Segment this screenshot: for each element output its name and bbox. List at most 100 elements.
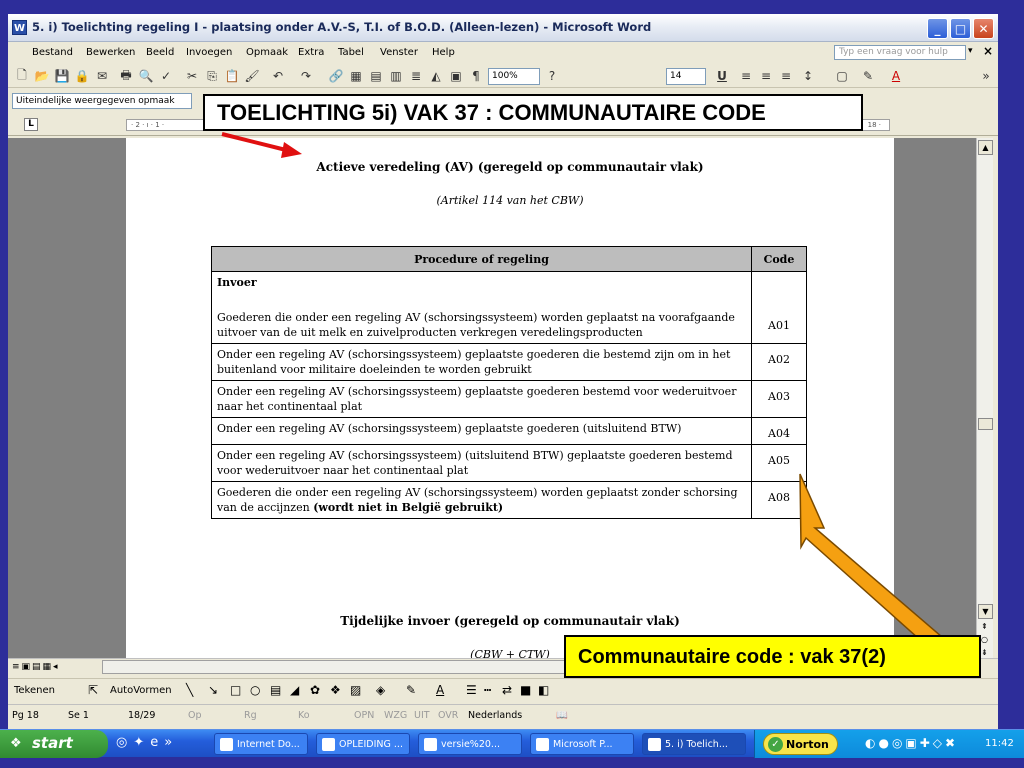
display-for-review-select[interactable]: Uiteindelijke weergegeven opmaak bbox=[12, 93, 192, 109]
align-left-icon[interactable]: ≡ bbox=[738, 68, 754, 84]
start-button[interactable]: ❖ start bbox=[0, 730, 108, 758]
columns-icon[interactable]: ≣ bbox=[408, 68, 424, 84]
taskbar-item[interactable]: Internet Do... bbox=[214, 733, 308, 755]
previous-page-icon[interactable]: ⇞ bbox=[981, 622, 988, 631]
status-rec[interactable]: OPN bbox=[354, 710, 374, 721]
document-map-icon[interactable]: ▣ bbox=[448, 68, 464, 84]
menu-beeld[interactable]: Beeld bbox=[146, 47, 174, 58]
undo-icon[interactable]: ↶ bbox=[270, 68, 286, 84]
browse-object-icon[interactable]: ○ bbox=[981, 635, 988, 644]
copy-icon[interactable]: ⎘ bbox=[204, 68, 220, 84]
save-icon[interactable]: 💾 bbox=[54, 68, 70, 84]
autoshapes-menu-button[interactable]: AutoVormen bbox=[110, 685, 172, 696]
underline-button[interactable]: U bbox=[714, 68, 730, 84]
help-icon[interactable]: ? bbox=[544, 68, 560, 84]
menu-venster[interactable]: Venster bbox=[380, 47, 418, 58]
show-hide-icon[interactable]: ¶ bbox=[468, 68, 484, 84]
tab-selector-icon[interactable]: L bbox=[24, 118, 38, 131]
menu-bewerken[interactable]: Bewerken bbox=[86, 47, 135, 58]
status-trk[interactable]: WZG bbox=[384, 710, 407, 721]
status-language[interactable]: Nederlands bbox=[468, 710, 522, 721]
view-buttons[interactable]: ≡▣▤▦◂ bbox=[12, 662, 60, 672]
textbox-icon[interactable]: ▤ bbox=[270, 683, 281, 697]
email-icon[interactable]: ✉ bbox=[94, 68, 110, 84]
highlight-icon[interactable]: ✎ bbox=[860, 68, 876, 84]
redo-icon[interactable]: ↷ bbox=[298, 68, 314, 84]
shadow-icon[interactable]: ■ bbox=[520, 683, 531, 697]
maximize-button[interactable]: □ bbox=[950, 18, 971, 39]
taskbar-item[interactable]: OPLEIDING ... bbox=[316, 733, 410, 755]
arrow-style-icon[interactable]: ⇄ bbox=[502, 683, 512, 697]
print-icon[interactable]: 🖶 bbox=[118, 68, 134, 84]
tray-icons[interactable]: ◐●◎▣✚◇✖ bbox=[865, 736, 958, 750]
line-spacing-icon[interactable]: ↕ bbox=[800, 68, 816, 84]
taskbar-item[interactable]: versie%20... bbox=[418, 733, 522, 755]
status-ovr[interactable]: OVR bbox=[438, 710, 458, 721]
dash-style-icon[interactable]: ┅ bbox=[484, 683, 491, 697]
align-center-icon[interactable]: ≡ bbox=[758, 68, 774, 84]
taskbar-item-active[interactable]: 5. i) Toelich... bbox=[642, 733, 746, 755]
ie-icon[interactable]: e bbox=[150, 735, 164, 750]
format-painter-icon[interactable]: 🖌 bbox=[244, 68, 260, 84]
wordart-icon[interactable]: ◢ bbox=[290, 683, 299, 697]
font-size-select[interactable]: 14 bbox=[666, 68, 706, 85]
ask-question-input[interactable]: Typ een vraag voor hulp bbox=[834, 45, 966, 60]
new-document-icon[interactable]: 🗋 bbox=[14, 68, 30, 84]
diagram-icon[interactable]: ✿ bbox=[310, 683, 320, 697]
rectangle-icon[interactable]: □ bbox=[230, 683, 241, 697]
permission-icon[interactable]: 🔒 bbox=[74, 68, 90, 84]
font-color-draw-icon[interactable]: A bbox=[436, 683, 444, 697]
line-color-icon[interactable]: ✎ bbox=[406, 683, 416, 697]
title-bar[interactable]: W 5. i) Toelichting regeling I - plaatsi… bbox=[8, 14, 998, 42]
hyperlink-icon[interactable]: 🔗 bbox=[328, 68, 344, 84]
arrow-icon[interactable]: ↘ bbox=[208, 683, 218, 697]
paste-icon[interactable]: 📋 bbox=[224, 68, 240, 84]
quick-launch-icon[interactable]: ◎ bbox=[116, 735, 133, 750]
quick-launch-overflow-icon[interactable]: » bbox=[164, 735, 178, 750]
fill-color-icon[interactable]: ◈ bbox=[376, 683, 385, 697]
cut-icon[interactable]: ✂ bbox=[184, 68, 200, 84]
ask-dropdown-icon[interactable]: ▾ bbox=[968, 46, 973, 56]
spelling-status-icon[interactable]: 📖 bbox=[556, 710, 568, 721]
close-document-button[interactable]: × bbox=[983, 44, 993, 58]
scroll-up-icon[interactable]: ▲ bbox=[978, 140, 993, 155]
borders-icon[interactable]: ▢ bbox=[834, 68, 850, 84]
quick-launch-icon[interactable]: ✦ bbox=[133, 735, 150, 750]
insert-excel-icon[interactable]: ▥ bbox=[388, 68, 404, 84]
vertical-scrollbar[interactable]: ▲ ▼ ⇞ ○ ⇟ bbox=[976, 138, 993, 658]
insert-table-icon[interactable]: ▤ bbox=[368, 68, 384, 84]
oval-icon[interactable]: ○ bbox=[250, 683, 260, 697]
tables-borders-icon[interactable]: ▦ bbox=[348, 68, 364, 84]
scroll-down-icon[interactable]: ▼ bbox=[978, 604, 993, 619]
scroll-thumb[interactable] bbox=[978, 418, 993, 430]
draw-menu-button[interactable]: Tekenen bbox=[14, 685, 55, 696]
select-objects-icon[interactable]: ⇱ bbox=[88, 683, 98, 697]
document-page[interactable]: Actieve veredeling (AV) (geregeld op com… bbox=[126, 138, 894, 658]
picture-icon[interactable]: ▨ bbox=[350, 683, 361, 697]
menu-extra[interactable]: Extra bbox=[298, 47, 324, 58]
open-folder-icon[interactable]: 📂 bbox=[34, 68, 50, 84]
word-document-icon[interactable]: W bbox=[12, 20, 27, 35]
toolbar-overflow-icon[interactable]: » bbox=[978, 68, 994, 84]
print-preview-icon[interactable]: 🔍 bbox=[138, 68, 154, 84]
clipart-icon[interactable]: ❖ bbox=[330, 683, 341, 697]
menu-invoegen[interactable]: Invoegen bbox=[186, 47, 232, 58]
drawing-icon[interactable]: ◭ bbox=[428, 68, 444, 84]
line-icon[interactable]: ╲ bbox=[186, 683, 193, 697]
norton-button[interactable]: ✓ Norton bbox=[763, 733, 838, 755]
spelling-icon[interactable]: ✓ bbox=[158, 68, 174, 84]
menu-help[interactable]: Help bbox=[432, 47, 455, 58]
menu-bestand[interactable]: Bestand bbox=[32, 47, 73, 58]
status-ext[interactable]: UIT bbox=[414, 710, 430, 721]
align-right-icon[interactable]: ≡ bbox=[778, 68, 794, 84]
close-button[interactable]: ✕ bbox=[973, 18, 994, 39]
line-style-icon[interactable]: ☰ bbox=[466, 683, 477, 697]
taskbar-item[interactable]: Microsoft P... bbox=[530, 733, 634, 755]
menu-opmaak[interactable]: Opmaak bbox=[246, 47, 288, 58]
font-color-icon[interactable]: A bbox=[888, 68, 904, 84]
zoom-select[interactable]: 100% bbox=[488, 68, 540, 85]
minimize-button[interactable]: _ bbox=[927, 18, 948, 39]
menu-tabel[interactable]: Tabel bbox=[338, 47, 364, 58]
3d-icon[interactable]: ◧ bbox=[538, 683, 549, 697]
next-page-icon[interactable]: ⇟ bbox=[981, 648, 988, 657]
